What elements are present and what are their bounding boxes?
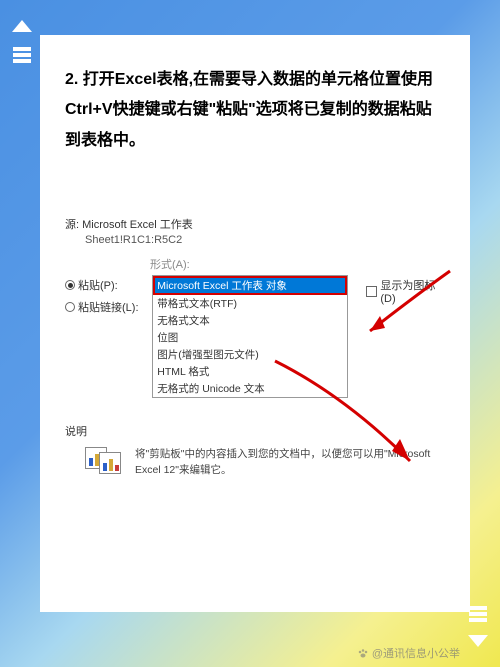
scroll-up-icon xyxy=(10,15,34,63)
instruction-text: 2. 打开Excel表格,在需要导入数据的单元格位置使用Ctrl+V快捷键或右键… xyxy=(65,65,445,156)
list-item[interactable]: Microsoft Excel 工作表 对象 xyxy=(153,276,347,295)
paw-icon xyxy=(357,647,369,659)
list-item[interactable]: 图片(增强型图元文件) xyxy=(153,346,347,363)
list-item[interactable]: HTML 格式 xyxy=(153,363,347,380)
scroll-down-icon xyxy=(466,604,490,652)
source-value: Sheet1!R1C1:R5C2 xyxy=(85,234,445,246)
radio-paste[interactable]: 粘贴(P): xyxy=(65,277,144,293)
description-text: 将"剪贴板"中的内容插入到您的文档中，以便您可以用"Microsoft Exce… xyxy=(135,447,445,479)
list-item[interactable]: 位图 xyxy=(153,329,347,346)
checkbox-show-as-icon[interactable]: 显示为图标(D) xyxy=(366,275,445,305)
watermark: @通讯信息小公举 xyxy=(357,645,460,661)
format-listbox[interactable]: Microsoft Excel 工作表 对象 带格式文本(RTF) 无格式文本 … xyxy=(152,275,348,398)
list-item[interactable]: 无格式的 Unicode 文本 xyxy=(153,380,347,397)
checkbox-icon xyxy=(366,286,377,297)
content-card: 2. 打开Excel表格,在需要导入数据的单元格位置使用Ctrl+V快捷键或右键… xyxy=(40,35,470,612)
radio-icon xyxy=(65,280,75,290)
radio-paste-link[interactable]: 粘贴链接(L): xyxy=(65,299,144,315)
list-item[interactable]: 带格式文本(RTF) xyxy=(153,295,347,312)
format-label: 形式(A): xyxy=(150,256,445,272)
description-label: 说明 xyxy=(65,423,445,439)
paste-icon xyxy=(85,447,125,475)
list-item[interactable]: 无格式文本 xyxy=(153,312,347,329)
source-label: 源: Microsoft Excel 工作表 xyxy=(65,216,445,232)
radio-icon xyxy=(65,302,75,312)
paste-special-dialog: 源: Microsoft Excel 工作表 Sheet1!R1C1:R5C2 … xyxy=(65,216,445,479)
